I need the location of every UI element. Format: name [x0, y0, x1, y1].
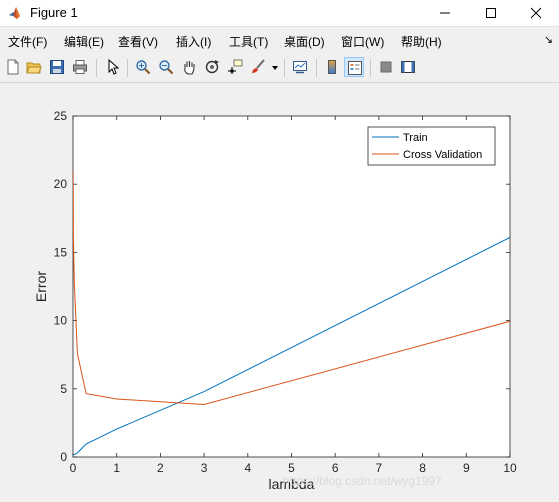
x-tick-label: 5: [288, 461, 295, 475]
pointer-icon: [108, 59, 120, 75]
y-tick-label: 15: [54, 245, 68, 259]
y-tick-label: 20: [54, 177, 68, 191]
y-tick-label: 25: [54, 109, 68, 123]
x-tick-label: 2: [157, 461, 164, 475]
link-plot-button[interactable]: [290, 57, 310, 77]
close-icon: [530, 7, 542, 19]
print-icon: [73, 60, 87, 74]
legend-label: Cross Validation: [403, 149, 482, 161]
menu-file[interactable]: 文件(F): [8, 33, 47, 50]
x-tick-label: 7: [376, 461, 383, 475]
menu-edit[interactable]: 编辑(E): [64, 33, 104, 50]
legend-icon: [348, 61, 362, 75]
pan-button[interactable]: [179, 57, 199, 77]
watermark-text: https://blog.csdn.net/wyg1997: [283, 474, 442, 488]
x-tick-label: 1: [113, 461, 120, 475]
zoom-in-button[interactable]: [133, 57, 153, 77]
menu-help[interactable]: 帮助(H): [401, 33, 442, 50]
menu-window[interactable]: 窗口(W): [341, 33, 384, 50]
brush-button[interactable]: [248, 57, 268, 77]
close-button[interactable]: [513, 0, 559, 26]
y-tick-label: 10: [54, 314, 68, 328]
y-tick-label: 5: [60, 382, 67, 396]
rotate-3d-icon: [205, 60, 219, 74]
toolbar-separator: [127, 59, 128, 77]
maximize-icon: [486, 8, 496, 18]
rotate-3d-button[interactable]: [202, 57, 222, 77]
show-plot-tools-button[interactable]: [398, 57, 418, 77]
pointer-button[interactable]: [103, 57, 123, 77]
toolbar-separator: [316, 59, 317, 77]
minimize-icon: [440, 12, 450, 14]
legend-button[interactable]: [344, 57, 364, 77]
save-icon: [50, 60, 64, 74]
new-figure-button[interactable]: [3, 57, 23, 77]
new-figure-icon: [7, 59, 19, 75]
zoom-out-icon: [159, 60, 174, 75]
legend-label: Train: [403, 132, 428, 144]
menu-view[interactable]: 查看(V): [118, 33, 158, 50]
data-cursor-button[interactable]: [225, 57, 245, 77]
show-plot-tools-icon: [401, 61, 415, 73]
window-title: Figure 1: [30, 5, 78, 20]
dock-figure-icon[interactable]: ↘: [544, 33, 553, 46]
print-button[interactable]: [70, 57, 90, 77]
x-tick-label: 0: [70, 461, 77, 475]
chevron-down-icon: [272, 66, 278, 70]
toolbar-separator: [284, 59, 285, 77]
figure-area: 0 1 2 3 4 5 6 7 8 9 10 0 5 10 15 20 25 lambda Error Train Cr…: [0, 83, 559, 502]
brush-dropdown[interactable]: [269, 57, 281, 77]
x-tick-label: 8: [419, 461, 426, 475]
menu-insert[interactable]: 插入(I): [176, 33, 211, 50]
matlab-logo-icon: [8, 6, 22, 20]
title-bar: Figure 1: [0, 0, 559, 27]
colorbar-button[interactable]: [322, 57, 342, 77]
open-file-icon: [26, 62, 42, 74]
menu-tools[interactable]: 工具(T): [229, 33, 268, 50]
toolbar-separator: [370, 59, 371, 77]
y-axis-label: Error: [33, 271, 49, 302]
toolbar-separator: [96, 59, 97, 77]
zoom-in-icon: [136, 60, 151, 75]
minimize-button[interactable]: [422, 0, 468, 26]
hide-plot-tools-button[interactable]: [376, 57, 396, 77]
x-tick-label: 10: [503, 461, 517, 475]
data-cursor-icon: [228, 59, 243, 74]
menu-bar: 文件(F) 编辑(E) 查看(V) 插入(I) 工具(T) 桌面(D) 窗口(W…: [0, 27, 559, 54]
x-tick-label: 9: [463, 461, 470, 475]
line-chart[interactable]: 0 1 2 3 4 5 6 7 8 9 100510152025lambdaErrorTrainCr…: [0, 83, 559, 502]
brush-icon: [252, 59, 265, 73]
pan-hand-icon: [184, 61, 195, 75]
menu-desktop[interactable]: 桌面(D): [284, 33, 325, 50]
zoom-out-button[interactable]: [156, 57, 176, 77]
open-file-button[interactable]: [24, 57, 44, 77]
link-plot-icon: [293, 61, 307, 74]
hide-plot-tools-icon: [380, 61, 392, 73]
y-tick-label: 0: [60, 450, 67, 464]
x-tick-label: 3: [201, 461, 208, 475]
colorbar-icon: [328, 60, 336, 74]
axes-box: [72, 115, 511, 458]
save-button[interactable]: [47, 57, 67, 77]
x-tick-label: 4: [244, 461, 251, 475]
maximize-button[interactable]: [468, 0, 514, 26]
x-tick-label: 6: [332, 461, 339, 475]
figure-toolbar: [0, 54, 559, 83]
